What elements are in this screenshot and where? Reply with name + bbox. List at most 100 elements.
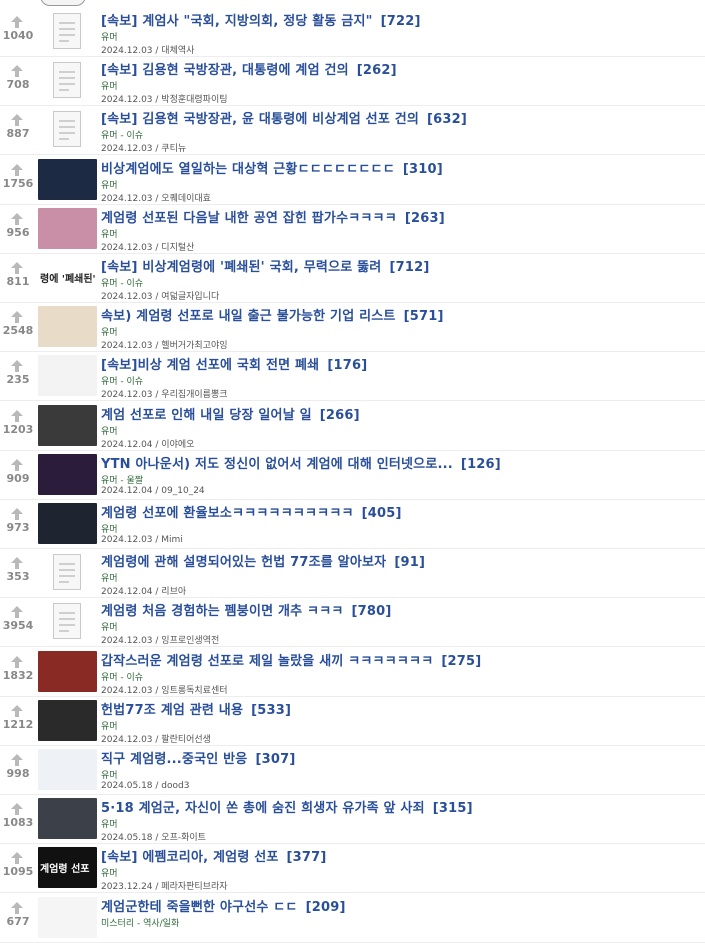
post-row[interactable]: 1756 비상계엄에도 열일하는 대상혁 근황ㄷㄷㄷㄷㄷㄷㄷㄷ [310] 유머 202… [0, 156, 705, 205]
post-title-text[interactable]: [속보] 김용현 국방장관, 윤 대통령에 비상계엄 선포 건의 [101, 112, 419, 127]
post-thumbnail[interactable] [38, 897, 97, 938]
post-title-link[interactable]: 계엄령 처음 경험하는 펨붕이면 개추 ㅋㅋㅋ [780] [101, 600, 392, 619]
post-category[interactable]: 유머 - 이슈 [101, 374, 143, 387]
post-title-text[interactable]: [속보] 에펨코리아, 계엄령 선포 [101, 850, 279, 865]
post-title-link[interactable]: 헌법77조 계엄 관련 내용 [533] [101, 699, 291, 718]
post-title-text[interactable]: 계엄령 처음 경험하는 펨붕이면 개추 ㅋㅋㅋ [101, 604, 344, 619]
post-title-link[interactable]: YTN 아나운서) 저도 정신이 없어서 계엄에 대해 인터넷으로... [126… [101, 453, 501, 472]
post-title-text[interactable]: [속보]비상 계엄 선포에 국회 전면 폐쇄 [101, 358, 319, 373]
comment-count[interactable]: [377] [287, 850, 327, 865]
document-placeholder-icon[interactable] [38, 601, 97, 642]
post-title-text[interactable]: [속보] 비상계엄령에 '폐쇄된' 국회, 무력으로 뚫려 [101, 260, 381, 275]
post-title-link[interactable]: [속보]비상 계엄 선포에 국회 전면 폐쇄 [176] [101, 354, 367, 373]
upvote-arrow-icon[interactable] [11, 210, 23, 225]
comment-count[interactable]: [780] [352, 604, 392, 619]
post-category[interactable]: 유머 [101, 866, 118, 879]
post-title-link[interactable]: [속보] 계엄사 "국회, 지방의회, 정당 활동 금지" [722] [101, 10, 421, 29]
post-title-text[interactable]: 계엄군한테 죽을뻔한 야구선수 ㄷㄷ [101, 900, 298, 915]
post-title-text[interactable]: 헌법77조 계엄 관련 내용 [101, 703, 243, 718]
post-thumbnail[interactable] [38, 700, 97, 741]
post-title-link[interactable]: 속보) 계엄령 선포로 내일 출근 불가능한 기업 리스트 [571] [101, 305, 444, 324]
post-row[interactable]: 909 YTN 아나운서) 저도 정신이 없어서 계엄에 대해 인터넷으로... [… [0, 451, 705, 500]
comment-count[interactable]: [176] [327, 358, 367, 373]
post-title-link[interactable]: [속보] 김용현 국방장관, 대통령에 계엄 건의 [262] [101, 59, 397, 78]
comment-count[interactable]: [632] [427, 112, 467, 127]
post-thumbnail[interactable] [38, 355, 97, 396]
post-title-link[interactable]: 계엄 선포로 인해 내일 당장 일어날 일 [266] [101, 404, 360, 423]
post-row[interactable]: 1083 5·18 계엄군, 자신이 쏜 총에 숨진 희생자 유가족 앞 사죄 [3… [0, 795, 705, 844]
upvote-arrow-icon[interactable] [11, 751, 23, 766]
post-category[interactable]: 유머 - 이슈 [101, 128, 143, 141]
comment-count[interactable]: [712] [389, 260, 429, 275]
post-row[interactable]: 708 [속보] 김용현 국방장관, 대통령에 계엄 건의 [262] 유머 2024.… [0, 57, 705, 106]
post-thumbnail[interactable] [38, 306, 97, 347]
post-title-text[interactable]: 갑작스러운 계엄령 선포로 제일 놀랐을 새끼 ㅋㅋㅋㅋㅋㅋㅋ [101, 654, 433, 669]
post-title-text[interactable]: 직구 계엄령...중국인 반응 [101, 752, 247, 767]
post-title-text[interactable]: 계엄령 선포된 다음날 내한 공연 잡힌 팝가수ㅋㅋㅋㅋ [101, 211, 397, 226]
upvote-arrow-icon[interactable] [11, 308, 23, 323]
comment-count[interactable]: [91] [394, 555, 425, 570]
post-thumbnail[interactable] [38, 208, 97, 249]
post-thumbnail[interactable] [38, 798, 97, 839]
post-row[interactable]: 956 계엄령 선포된 다음날 내한 공연 잡힌 팝가수ㅋㅋㅋㅋ [263] 유머 20… [0, 205, 705, 254]
scroll-top-button[interactable] [40, 0, 86, 6]
post-category[interactable]: 유머 [101, 571, 118, 584]
post-title-text[interactable]: [속보] 계엄사 "국회, 지방의회, 정당 활동 금지" [101, 14, 373, 29]
post-thumbnail[interactable] [38, 651, 97, 692]
comment-count[interactable]: [405] [362, 506, 402, 521]
post-category[interactable]: 유머 [101, 227, 118, 240]
post-title-text[interactable]: 비상계엄에도 열일하는 대상혁 근황ㄷㄷㄷㄷㄷㄷㄷㄷ [101, 162, 395, 177]
post-row[interactable]: 998 직구 계엄령...중국인 반응 [307] 유머 2024.05.18 / do… [0, 746, 705, 795]
post-row[interactable]: 887 [속보] 김용현 국방장관, 윤 대통령에 비상계엄 선포 건의 [632]… [0, 106, 705, 155]
post-thumbnail[interactable] [38, 454, 97, 495]
post-category[interactable]: 유머 [101, 817, 118, 830]
upvote-arrow-icon[interactable] [11, 13, 23, 28]
post-row[interactable]: 235 [속보]비상 계엄 선포에 국회 전면 폐쇄 [176] 유머 - 이슈 202… [0, 352, 705, 401]
post-title-text[interactable]: 계엄 선포로 인해 내일 당장 일어날 일 [101, 408, 312, 423]
post-category[interactable]: 유머 [101, 522, 118, 535]
upvote-arrow-icon[interactable] [11, 603, 23, 618]
post-thumbnail[interactable]: 계엄령 선포 [38, 847, 97, 888]
upvote-arrow-icon[interactable] [11, 62, 23, 77]
post-category[interactable]: 유머 [101, 79, 118, 92]
post-title-text[interactable]: 5·18 계엄군, 자신이 쏜 총에 숨진 희생자 유가족 앞 사죄 [101, 801, 425, 816]
upvote-arrow-icon[interactable] [11, 505, 23, 520]
document-placeholder-icon[interactable] [38, 11, 97, 52]
post-category[interactable]: 유머 [101, 424, 118, 437]
upvote-arrow-icon[interactable] [11, 653, 23, 668]
comment-count[interactable]: [275] [441, 654, 481, 669]
post-title-text[interactable]: 계엄령 선포에 환율보소ㅋㅋㅋㅋㅋㅋㅋㅋㅋㅋ [101, 506, 354, 521]
upvote-arrow-icon[interactable] [11, 849, 23, 864]
document-placeholder-icon[interactable] [38, 109, 97, 150]
upvote-arrow-icon[interactable] [11, 456, 23, 471]
upvote-arrow-icon[interactable] [11, 899, 23, 914]
upvote-arrow-icon[interactable] [11, 161, 23, 176]
comment-count[interactable]: [126] [461, 457, 501, 472]
comment-count[interactable]: [722] [381, 14, 421, 29]
upvote-arrow-icon[interactable] [11, 800, 23, 815]
comment-count[interactable]: [262] [357, 63, 397, 78]
post-row[interactable]: 811 령에 '폐쇄된' 국회 [속보] 비상계엄령에 '폐쇄된' 국회, 무력으로… [0, 254, 705, 303]
post-row[interactable]: 2548 속보) 계엄령 선포로 내일 출근 불가능한 기업 리스트 [571] 유머… [0, 303, 705, 352]
post-title-link[interactable]: [속보] 김용현 국방장관, 윤 대통령에 비상계엄 선포 건의 [632] [101, 108, 467, 127]
upvote-arrow-icon[interactable] [11, 111, 23, 126]
upvote-arrow-icon[interactable] [11, 357, 23, 372]
post-category[interactable]: 미스터리 - 역사/일화 [101, 916, 179, 929]
post-title-text[interactable]: 속보) 계엄령 선포로 내일 출근 불가능한 기업 리스트 [101, 309, 396, 324]
comment-count[interactable]: [263] [405, 211, 445, 226]
post-row[interactable]: 1212 헌법77조 계엄 관련 내용 [533] 유머 2024.12.03 / 팔란… [0, 697, 705, 746]
comment-count[interactable]: [315] [433, 801, 473, 816]
post-row[interactable]: 1040 [속보] 계엄사 "국회, 지방의회, 정당 활동 금지" [722] 유머… [0, 8, 705, 57]
upvote-arrow-icon[interactable] [11, 407, 23, 422]
post-thumbnail[interactable] [38, 749, 97, 790]
post-title-text[interactable]: [속보] 김용현 국방장관, 대통령에 계엄 건의 [101, 63, 349, 78]
post-title-link[interactable]: 계엄령 선포된 다음날 내한 공연 잡힌 팝가수ㅋㅋㅋㅋ [263] [101, 207, 445, 226]
upvote-arrow-icon[interactable] [11, 554, 23, 569]
post-row[interactable]: 1203 계엄 선포로 인해 내일 당장 일어날 일 [266] 유머 2024.12.… [0, 402, 705, 451]
post-category[interactable]: 유머 - 이슈 [101, 670, 143, 683]
post-title-link[interactable]: 계엄군한테 죽을뻔한 야구선수 ㄷㄷ [209] [101, 896, 346, 915]
post-row[interactable]: 1832 갑작스러운 계엄령 선포로 제일 놀랐을 새끼 ㅋㅋㅋㅋㅋㅋㅋ [275]… [0, 648, 705, 697]
post-row[interactable]: 1095 계엄령 선포 [속보] 에펨코리아, 계엄령 선포 [377] 유머 2023.… [0, 844, 705, 893]
post-category[interactable]: 유머 [101, 768, 118, 781]
post-title-link[interactable]: 계엄령에 관해 설명되어있는 헌법 77조를 알아보자 [91] [101, 551, 425, 570]
